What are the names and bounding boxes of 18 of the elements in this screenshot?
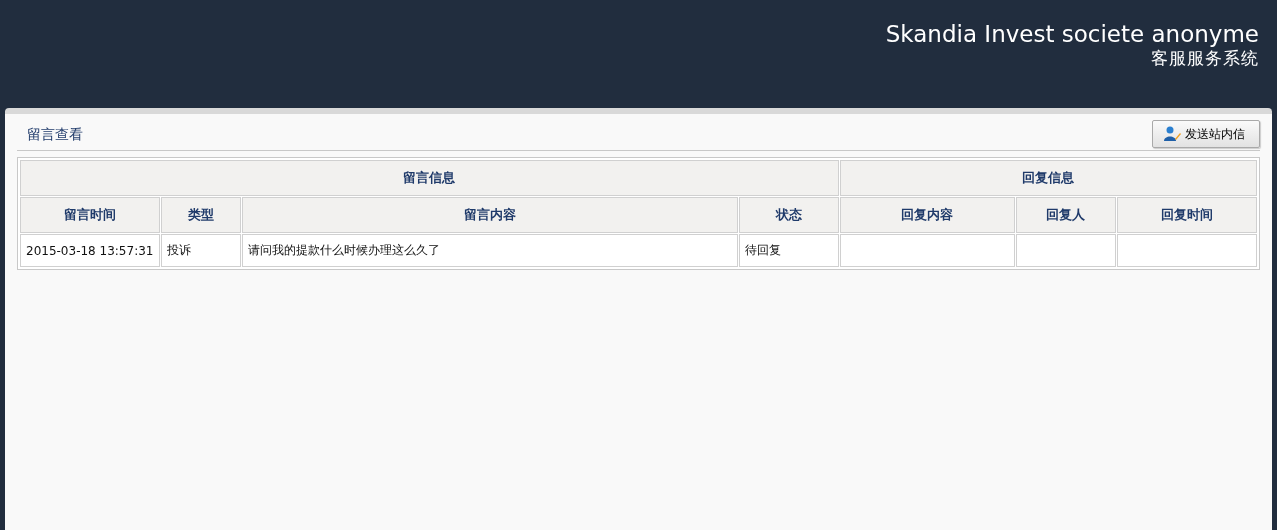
table-cell: 2015-03-18 13:57:31	[20, 234, 161, 267]
column-header: 回复时间	[1116, 197, 1257, 233]
column-header: 回复内容	[839, 197, 1015, 233]
table-cell: 待回复	[738, 234, 839, 267]
send-message-button[interactable]: 发送站内信	[1152, 120, 1260, 148]
group-header: 留言信息	[20, 160, 839, 196]
column-header: 回复人	[1015, 197, 1116, 233]
company-name: Skandia Invest societe anonyme	[885, 20, 1259, 48]
table-cell: 请问我的提款什么时候办理这么久了	[242, 234, 738, 267]
user-pencil-icon	[1163, 125, 1181, 143]
system-name: 客服服务系统	[1151, 48, 1259, 68]
table-cell: 投诉	[161, 234, 242, 267]
group-header: 回复信息	[839, 160, 1257, 196]
column-header: 状态	[738, 197, 839, 233]
column-header: 类型	[161, 197, 242, 233]
column-header: 留言时间	[20, 197, 161, 233]
column-header: 留言内容	[242, 197, 738, 233]
section-title: 留言查看	[26, 126, 83, 144]
